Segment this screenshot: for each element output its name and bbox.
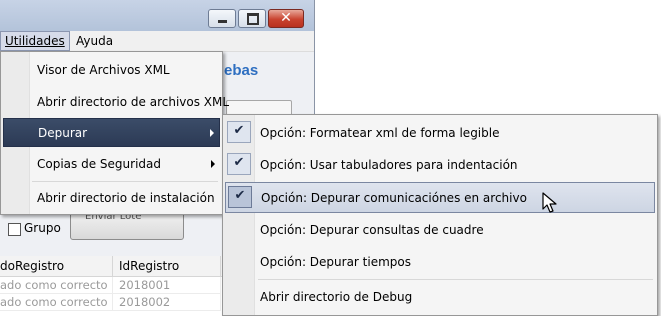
menu-ayuda-label: Ayuda: [76, 34, 114, 48]
submenu-arrow-icon: [210, 129, 214, 137]
checkmark-icon: ✔: [233, 123, 245, 138]
brand-title-fragment: ebas: [224, 62, 259, 79]
submenu-item-label: Opción: Formatear xml de forma legible: [260, 126, 500, 140]
submenu-item-label: Opción: Usar tabuladores para indentació…: [260, 158, 518, 172]
title-bar: ✕: [0, 0, 314, 31]
option-formatear-xml[interactable]: ✔ Opción: Formatear xml de forma legible: [225, 118, 655, 148]
menu-item-abrir-xml[interactable]: Abrir directorio de archivos XML: [3, 88, 229, 116]
menu-item-abrir-instalacion[interactable]: Abrir directorio de instalación: [3, 184, 220, 212]
option-usar-tabuladores[interactable]: ✔ Opción: Usar tabuladores para indentac…: [225, 150, 655, 180]
grupo-checkbox[interactable]: [8, 223, 21, 236]
maximize-icon: [247, 13, 259, 25]
column-header-idregistro[interactable]: IdRegistro: [113, 256, 221, 277]
table-cell[interactable]: 2018002: [113, 294, 221, 311]
check-indicator: ✔: [227, 121, 251, 143]
table-cell[interactable]: 2018001: [113, 277, 221, 294]
option-depurar-tiempos[interactable]: Opción: Depurar tiempos: [225, 247, 655, 277]
checkmark-icon: ✔: [234, 188, 246, 203]
checkmark-icon: ✔: [233, 155, 245, 170]
column-header-estado[interactable]: doRegistro: [0, 256, 113, 277]
menu-ayuda[interactable]: Ayuda: [72, 33, 117, 49]
menu-item-label: Abrir directorio de instalación: [37, 191, 215, 205]
close-icon: ✕: [280, 10, 292, 26]
table-cell[interactable]: ado como correcto: [0, 294, 113, 311]
submenu-separator: [258, 279, 653, 280]
menu-item-label: Visor de Archivos XML: [37, 63, 170, 77]
menu-item-visor-xml[interactable]: Visor de Archivos XML: [3, 56, 220, 84]
menu-item-copias-seguridad[interactable]: Copias de Seguridad: [3, 150, 220, 178]
menu-separator: [32, 181, 218, 182]
check-indicator: ✔: [228, 186, 252, 208]
utilidades-dropdown-menu: Visor de Archivos XML Abrir directorio d…: [0, 51, 229, 215]
submenu-arrow-icon: [211, 160, 215, 168]
option-depurar-consultas[interactable]: Opción: Depurar consultas de cuadre: [225, 215, 655, 245]
menu-utilidades-label: Utilidades: [5, 34, 65, 48]
menu-item-label: Depurar: [38, 126, 88, 140]
minimize-icon: [218, 20, 227, 23]
menu-utilidades[interactable]: Utilidades: [0, 31, 70, 51]
option-depurar-comunicaciones[interactable]: ✔ Opción: Depurar comunicaciónes en arch…: [225, 182, 655, 213]
check-indicator: ✔: [227, 153, 251, 175]
menu-item-label: Abrir directorio de archivos XML: [37, 95, 230, 109]
menu-item-label: Copias de Seguridad: [37, 157, 161, 171]
submenu-item-label: Opción: Depurar comunicaciónes en archiv…: [261, 191, 527, 205]
submenu-item-label: Opción: Depurar consultas de cuadre: [260, 223, 484, 237]
close-button[interactable]: ✕: [268, 9, 304, 28]
option-abrir-debug[interactable]: Abrir directorio de Debug: [225, 282, 655, 312]
grupo-label: Grupo: [24, 221, 61, 235]
mouse-pointer-icon: [542, 192, 557, 213]
menu-bar: Utilidades Ayuda: [0, 31, 314, 52]
menu-item-depurar[interactable]: Depurar: [3, 118, 220, 147]
depurar-submenu: ✔ Opción: Formatear xml de forma legible…: [222, 114, 658, 316]
table-cell[interactable]: ado como correcto: [0, 277, 113, 294]
submenu-item-label: Abrir directorio de Debug: [260, 290, 413, 304]
maximize-button[interactable]: [238, 9, 266, 28]
submenu-item-label: Opción: Depurar tiempos: [260, 255, 412, 269]
minimize-button[interactable]: [208, 9, 236, 28]
